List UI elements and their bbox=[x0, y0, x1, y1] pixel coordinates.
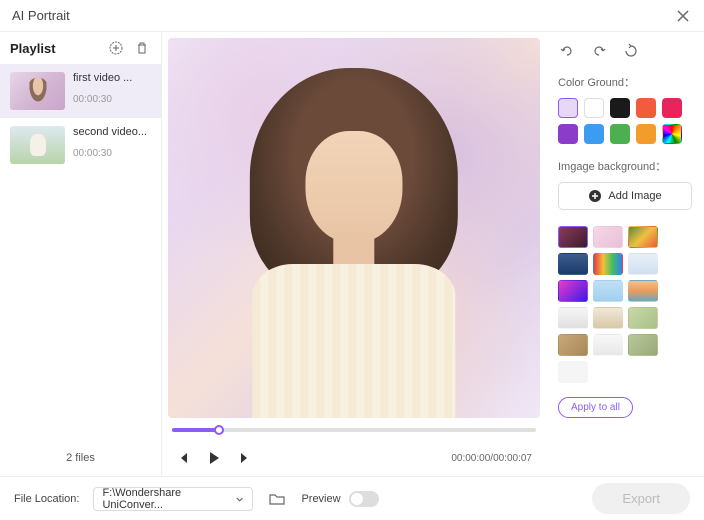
preview-panel: 00:00:00/00:00:07 bbox=[162, 32, 546, 476]
trash-icon bbox=[135, 41, 149, 55]
plus-icon bbox=[588, 189, 602, 203]
reset-icon bbox=[623, 43, 639, 59]
bg-thumbnail[interactable] bbox=[628, 280, 658, 302]
redo-button[interactable] bbox=[590, 42, 608, 60]
file-location-value: F:\Wondershare UniConver... bbox=[102, 487, 235, 511]
playlist-sidebar: Playlist first video ... 00:00:30 bbox=[0, 32, 162, 476]
play-button[interactable] bbox=[206, 450, 222, 466]
bg-thumbnail[interactable] bbox=[593, 253, 623, 275]
redo-icon bbox=[591, 43, 607, 59]
bg-thumbnail[interactable] bbox=[593, 307, 623, 329]
next-frame-button[interactable] bbox=[238, 451, 252, 465]
file-count: 2 files bbox=[0, 440, 161, 476]
video-thumbnail bbox=[10, 72, 65, 110]
bg-thumbnail[interactable] bbox=[558, 334, 588, 356]
next-frame-icon bbox=[238, 451, 252, 465]
bg-thumbnail[interactable] bbox=[628, 226, 658, 248]
settings-panel: Color Ground： Imgage background： Add Ima… bbox=[546, 32, 704, 476]
add-circle-icon bbox=[108, 40, 124, 56]
color-swatch[interactable] bbox=[610, 124, 630, 144]
color-swatch[interactable] bbox=[584, 124, 604, 144]
video-thumbnail bbox=[10, 126, 65, 164]
preview-label: Preview bbox=[301, 493, 340, 505]
bg-thumbnail[interactable] bbox=[593, 280, 623, 302]
close-button[interactable] bbox=[674, 7, 692, 25]
color-swatch[interactable] bbox=[662, 98, 682, 118]
play-icon bbox=[206, 450, 222, 466]
bg-thumb-grid bbox=[558, 226, 692, 383]
app-title: AI Portrait bbox=[12, 8, 70, 23]
color-swatch[interactable] bbox=[662, 124, 682, 144]
export-button[interactable]: Export bbox=[592, 483, 690, 514]
file-location-label: File Location: bbox=[14, 493, 79, 505]
prev-frame-icon bbox=[176, 451, 190, 465]
video-preview bbox=[168, 38, 540, 418]
color-swatch[interactable] bbox=[610, 98, 630, 118]
bg-thumbnail[interactable] bbox=[558, 280, 588, 302]
bg-thumbnail[interactable] bbox=[593, 226, 623, 248]
playlist-title: Playlist bbox=[10, 41, 56, 56]
color-swatch[interactable] bbox=[636, 98, 656, 118]
bg-thumbnail[interactable] bbox=[558, 226, 588, 248]
bg-thumbnail[interactable] bbox=[628, 307, 658, 329]
header: AI Portrait bbox=[0, 0, 704, 32]
bg-thumbnail[interactable] bbox=[558, 307, 588, 329]
color-swatch[interactable] bbox=[584, 98, 604, 118]
folder-icon bbox=[269, 492, 285, 506]
add-image-label: Add Image bbox=[608, 190, 661, 202]
bg-thumbnail[interactable] bbox=[628, 253, 658, 275]
bg-thumbnail[interactable] bbox=[558, 361, 588, 383]
video-name: first video ... bbox=[73, 72, 151, 84]
image-bg-label: Imgage background： bbox=[558, 158, 692, 174]
footer: File Location: F:\Wondershare UniConver.… bbox=[0, 476, 704, 520]
color-swatch[interactable] bbox=[558, 124, 578, 144]
prev-frame-button[interactable] bbox=[176, 451, 190, 465]
preview-toggle[interactable] bbox=[349, 491, 379, 507]
delete-button[interactable] bbox=[133, 39, 151, 57]
video-name: second video... bbox=[73, 126, 151, 138]
timeline-slider[interactable] bbox=[172, 428, 536, 432]
reset-button[interactable] bbox=[622, 42, 640, 60]
bg-thumbnail[interactable] bbox=[628, 334, 658, 356]
color-swatch-grid bbox=[558, 98, 692, 144]
open-folder-button[interactable] bbox=[267, 489, 287, 509]
video-duration: 00:00:30 bbox=[73, 148, 151, 159]
add-image-button[interactable]: Add Image bbox=[558, 182, 692, 210]
undo-icon bbox=[559, 43, 575, 59]
color-swatch[interactable] bbox=[636, 124, 656, 144]
close-icon bbox=[676, 9, 690, 23]
color-swatch[interactable] bbox=[558, 98, 578, 118]
apply-to-all-button[interactable]: Apply to all bbox=[558, 397, 633, 418]
chevron-down-icon bbox=[235, 494, 244, 504]
playlist-item[interactable]: second video... 00:00:30 bbox=[0, 118, 161, 172]
undo-button[interactable] bbox=[558, 42, 576, 60]
time-display: 00:00:00/00:00:07 bbox=[451, 453, 532, 464]
bg-thumbnail[interactable] bbox=[558, 253, 588, 275]
video-duration: 00:00:30 bbox=[73, 94, 151, 105]
color-ground-label: Color Ground： bbox=[558, 74, 692, 90]
playlist-item[interactable]: first video ... 00:00:30 bbox=[0, 64, 161, 118]
bg-thumbnail[interactable] bbox=[593, 334, 623, 356]
add-to-playlist-button[interactable] bbox=[107, 39, 125, 57]
file-location-select[interactable]: F:\Wondershare UniConver... bbox=[93, 487, 253, 511]
